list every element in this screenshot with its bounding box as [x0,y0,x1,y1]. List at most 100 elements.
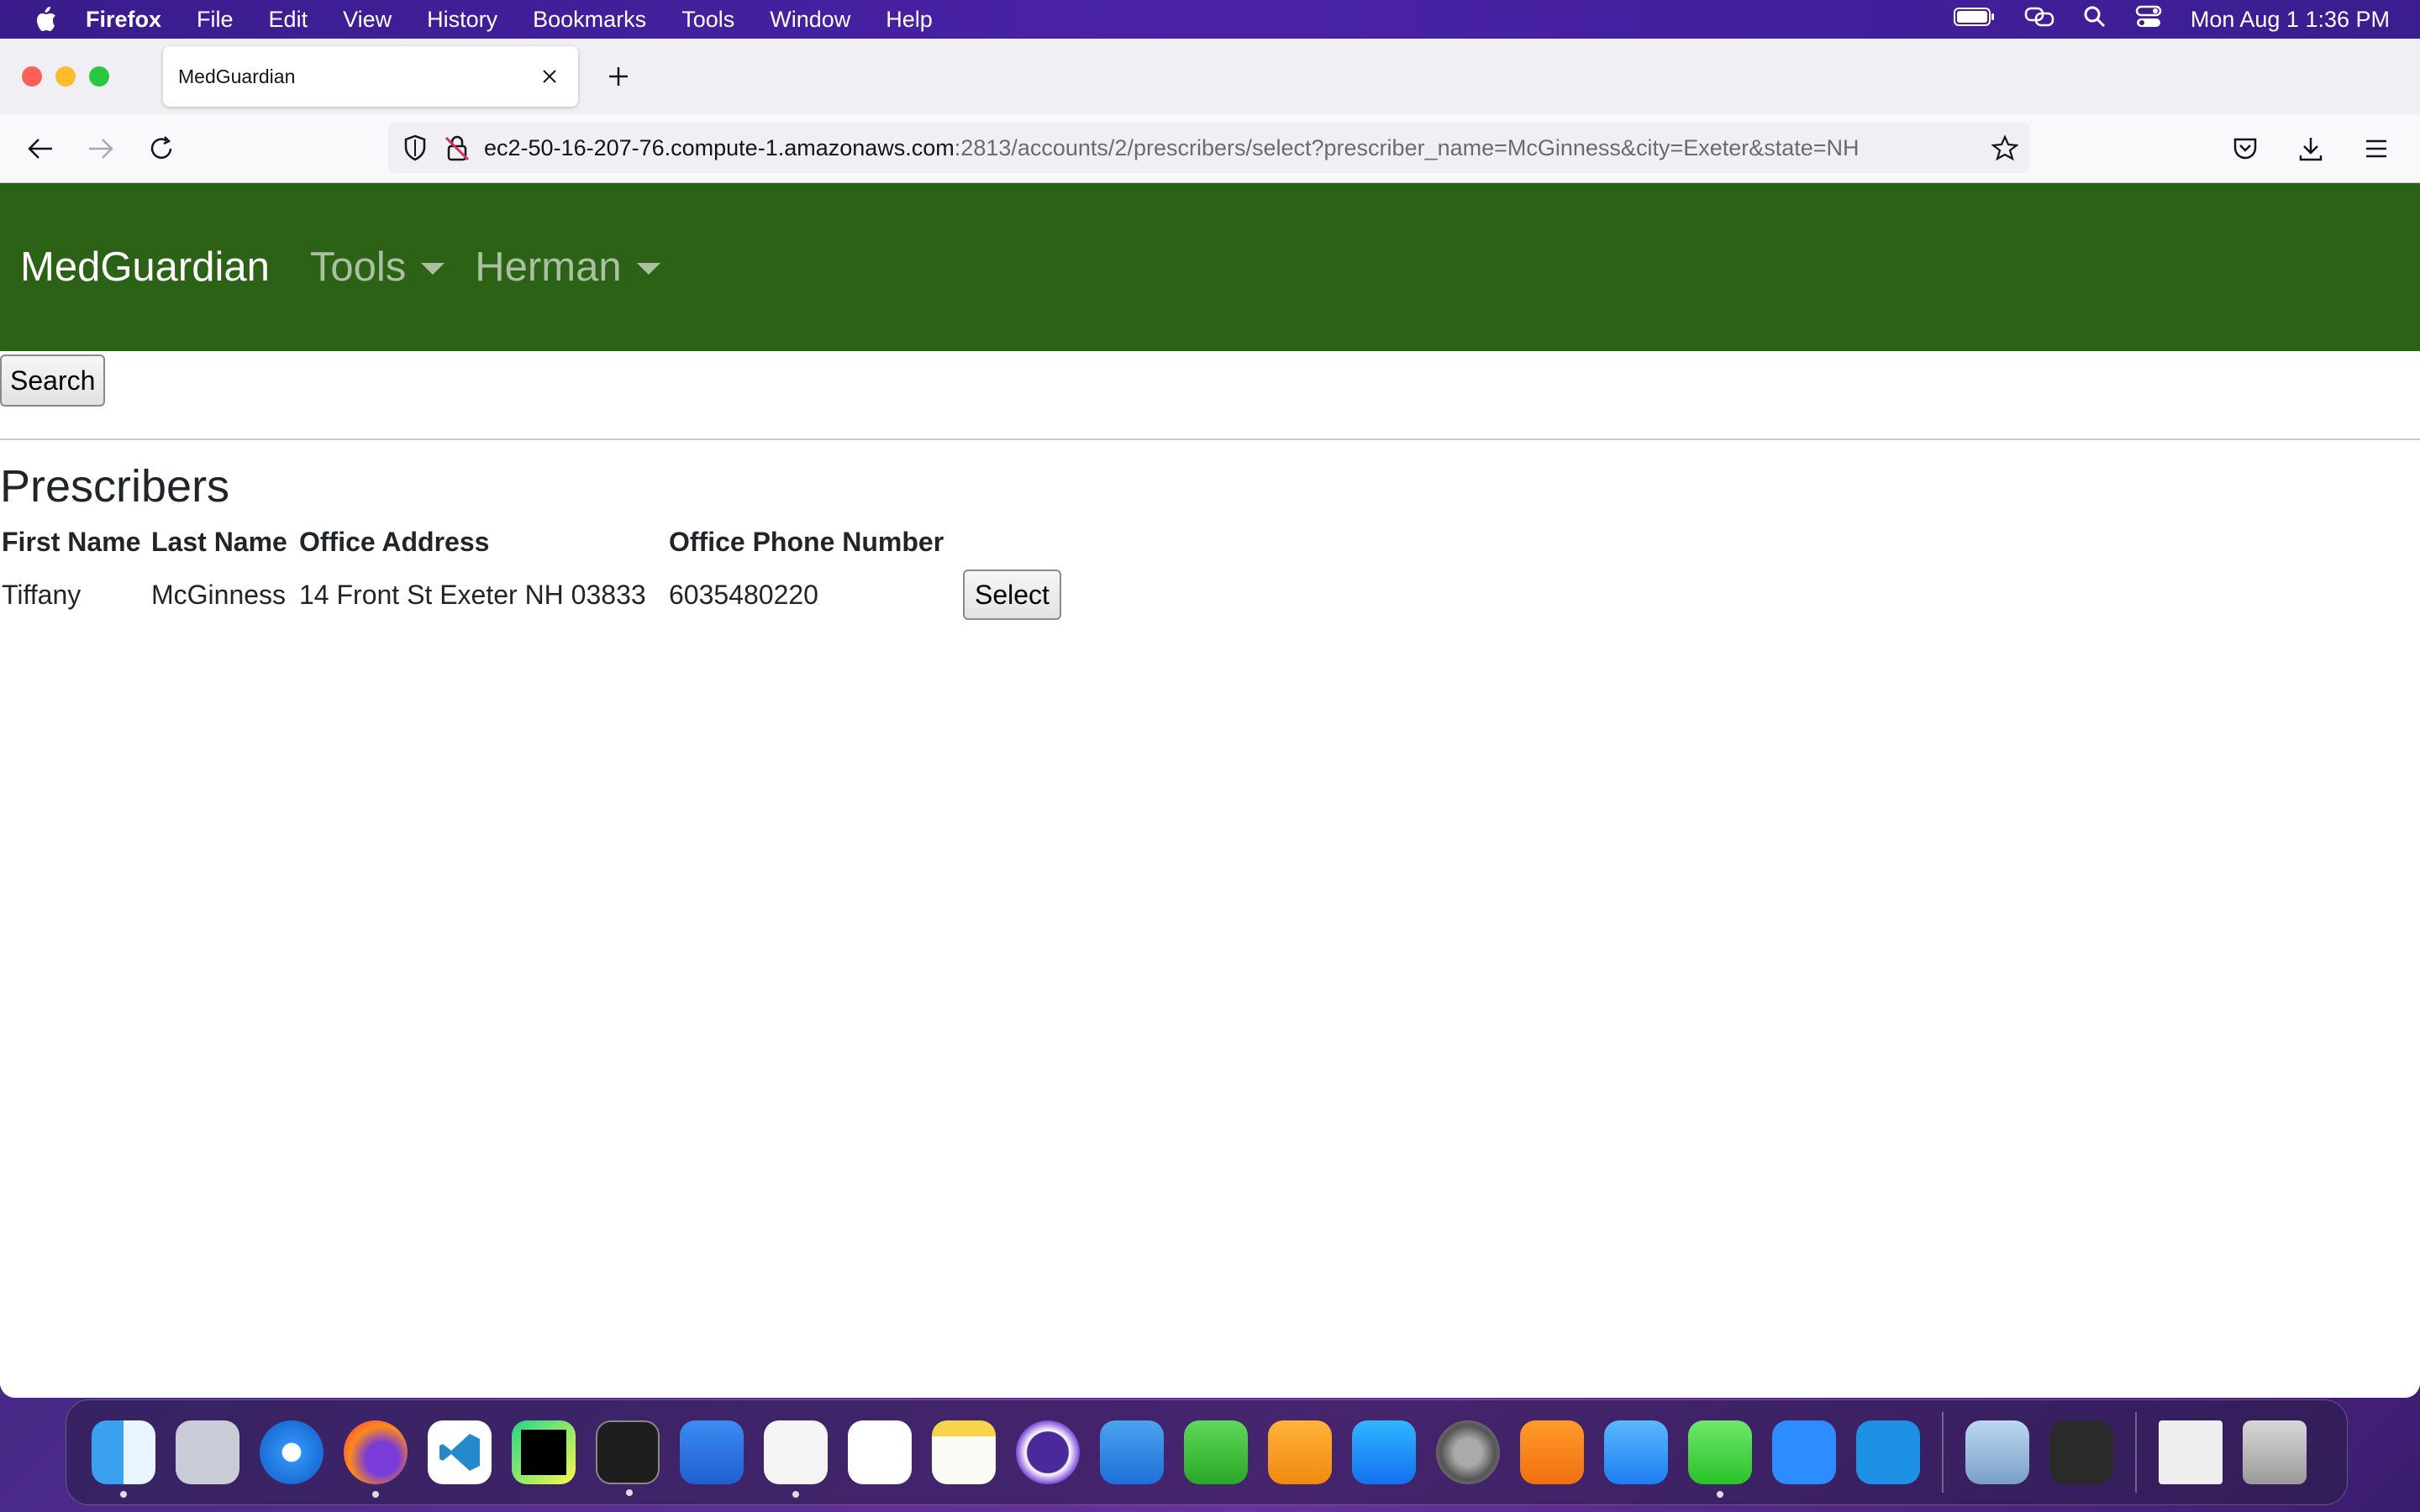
running-indicator [626,1489,633,1496]
menu-app-name[interactable]: Firefox [86,7,161,33]
pycharm-icon[interactable] [512,1420,576,1484]
user-dropdown[interactable]: Herman [475,244,660,291]
forward-arrow-icon[interactable] [82,130,119,167]
back-arrow-icon[interactable] [22,130,59,167]
column-header-office-phone: Office Phone Number [669,526,944,557]
web-page: MedGuardian Tools Herman Search Prescrib… [0,183,2420,1398]
browser-tab[interactable]: MedGuardian [163,46,578,107]
firefox-icon[interactable] [344,1420,408,1498]
browser-window: MedGuardian ec2-50-16-207-76.compute-1.a [0,39,2420,1398]
menu-tools[interactable]: Tools [681,7,734,33]
column-header-action [961,519,1065,564]
dock [66,1399,2348,1505]
tor-browser-icon[interactable] [1016,1420,1080,1484]
url-bar[interactable]: ec2-50-16-207-76.compute-1.amazonaws.com… [388,123,2030,173]
bookmark-star-icon[interactable] [1990,133,2020,163]
vscode-icon[interactable] [428,1420,492,1484]
mail-icon[interactable] [1604,1420,1668,1484]
caret-down-icon [421,263,445,275]
apple-icon[interactable] [30,4,60,34]
cell-last-name: McGinness [151,579,287,610]
pocket-icon[interactable] [2227,130,2264,167]
dock-separator [2135,1412,2137,1493]
menu-history[interactable]: History [427,7,497,33]
site-navbar: MedGuardian Tools Herman [0,183,2420,351]
tab-bar: MedGuardian [0,39,2420,114]
reminders-icon[interactable] [848,1420,912,1484]
menu-help[interactable]: Help [886,7,933,33]
dock-separator [1942,1412,1944,1493]
books-icon[interactable] [1520,1420,1584,1484]
window-controls [22,66,109,87]
close-icon[interactable] [538,65,561,88]
screen-mirroring-icon[interactable] [2024,5,2054,34]
user-dropdown-label: Herman [475,244,622,290]
zoom-window-button[interactable] [89,66,109,87]
terminal-icon[interactable] [596,1420,660,1496]
url-host: ec2-50-16-207-76.compute-1.amazonaws.com [484,134,955,160]
column-header-first-name: First Name [2,526,141,557]
menu-bookmarks[interactable]: Bookmarks [533,7,646,33]
safari-icon[interactable] [260,1420,324,1484]
tools-dropdown-label: Tools [309,244,407,290]
navigation-toolbar: ec2-50-16-207-76.compute-1.amazonaws.com… [0,114,2420,183]
new-tab-plus-icon[interactable] [602,60,635,93]
messages-icon[interactable] [1688,1420,1752,1498]
column-header-office-address: Office Address [299,526,490,557]
caret-down-icon [636,263,660,275]
column-header-last-name: Last Name [151,526,287,557]
search-button[interactable]: Search [0,354,106,407]
url-path: :2813/accounts/2/prescribers/select?pres… [954,134,1860,160]
divider [0,438,2420,440]
insecure-lock-icon[interactable] [442,133,472,163]
reload-icon[interactable] [143,130,180,167]
menu-window[interactable]: Window [770,7,850,33]
close-window-button[interactable] [22,66,42,87]
hamburger-menu-icon[interactable] [2358,130,2395,167]
running-indicator [792,1491,799,1498]
docker-icon[interactable] [1856,1420,1920,1484]
documents-stack-icon[interactable] [2159,1420,2223,1484]
finder-icon[interactable] [92,1420,155,1498]
cell-first-name: Tiffany [2,579,82,610]
launchpad-icon[interactable] [176,1420,239,1484]
preview-icon[interactable] [1965,1420,2029,1484]
table-row: Tiffany McGinness 14 Front St Exeter NH … [0,564,1065,625]
keynote-icon[interactable] [1100,1420,1164,1484]
cell-action: Select [961,564,1065,625]
site-brand[interactable]: MedGuardian [20,244,270,291]
menu-bar: Firefox File Edit View History Bookmarks… [0,0,2420,39]
tracking-protection-shield-icon[interactable] [400,133,430,163]
menu-view[interactable]: View [343,7,392,33]
downloads-icon[interactable] [2292,130,2329,167]
tools-dropdown[interactable]: Tools [310,244,445,291]
tab-title: MedGuardian [178,65,296,87]
table-header-row: First Name Last Name Office Address Offi… [0,519,1065,564]
menu-edit[interactable]: Edit [269,7,308,33]
menu-clock[interactable]: Mon Aug 1 1:36 PM [2191,7,2390,33]
running-indicator [372,1491,379,1498]
zoom-icon[interactable] [1772,1420,1836,1484]
minimize-window-button[interactable] [55,66,76,87]
keychain-access-icon[interactable] [2049,1420,2113,1484]
textedit-icon[interactable] [764,1420,828,1498]
running-indicator [1717,1491,1723,1498]
spotlight-search-icon[interactable] [2083,5,2107,34]
prescribers-table: First Name Last Name Office Address Offi… [0,519,1065,625]
cell-office-address: 14 Front St Exeter NH 03833 [299,579,646,610]
running-indicator [120,1491,127,1498]
system-preferences-icon[interactable] [1436,1420,1500,1484]
menu-file[interactable]: File [197,7,234,33]
page-title: Prescribers [0,461,230,512]
cell-office-phone: 6035480220 [669,579,818,610]
select-prescriber-button[interactable]: Select [963,570,1061,620]
trash-icon[interactable] [2243,1420,2307,1484]
xcode-icon[interactable] [680,1420,744,1484]
control-center-icon[interactable] [2135,5,2162,34]
pages-icon[interactable] [1268,1420,1332,1484]
battery-icon[interactable] [1953,7,1996,33]
url-text[interactable]: ec2-50-16-207-76.compute-1.amazonaws.com… [484,135,1980,161]
app-store-icon[interactable] [1352,1420,1416,1484]
numbers-icon[interactable] [1184,1420,1248,1484]
notes-icon[interactable] [932,1420,996,1484]
